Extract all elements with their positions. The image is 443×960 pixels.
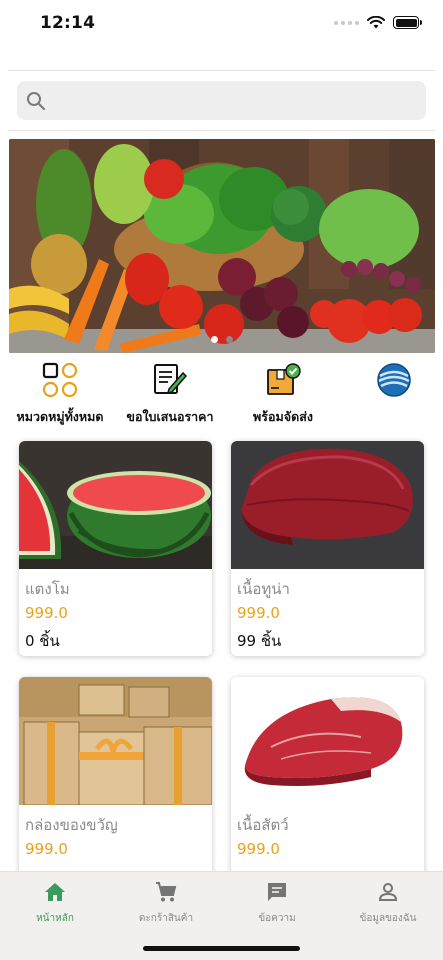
- home-indicator: [143, 946, 300, 951]
- product-price: 999.0: [237, 604, 280, 622]
- home-icon: [45, 883, 65, 901]
- product-quantity: 0 ชิ้น: [25, 632, 60, 650]
- gift-boxes-image: [19, 677, 212, 805]
- beef-image: [231, 677, 424, 805]
- product-card[interactable]: กล่องของขวัญ 999.0: [19, 677, 212, 892]
- tab-home[interactable]: หน้าหลัก: [0, 880, 110, 926]
- watermelon-image: [19, 441, 212, 569]
- banner-dot-1[interactable]: [211, 336, 218, 343]
- product-name: เนื้อสัตว์: [237, 816, 289, 834]
- category-label: หมวดหมู่ทั้งหมด: [16, 409, 104, 424]
- banner-dot-2[interactable]: [226, 336, 233, 343]
- quote-request-icon: [154, 364, 188, 395]
- product-price: 999.0: [237, 840, 280, 858]
- search-bar[interactable]: [17, 81, 426, 120]
- ready-to-ship-icon: [267, 363, 301, 395]
- status-time: 12:14: [40, 13, 96, 33]
- product-price: 999.0: [25, 840, 68, 858]
- category-all[interactable]: หมวดหมู่ทั้งหมด: [14, 362, 106, 424]
- category-ready-to-ship[interactable]: พร้อมจัดส่ง: [238, 362, 328, 424]
- tab-label: ตะกร้าสินค้า: [138, 913, 194, 924]
- tab-label: หน้าหลัก: [36, 913, 74, 924]
- header-divider: [8, 70, 435, 71]
- tuna-image: [231, 441, 424, 569]
- category-globe[interactable]: [368, 362, 420, 422]
- profile-icon: [378, 883, 398, 901]
- cellular-signal-icon: [334, 20, 359, 25]
- category-label: พร้อมจัดส่ง: [253, 409, 313, 424]
- search-divider: [8, 130, 435, 131]
- wifi-icon: [367, 16, 385, 29]
- globe-icon: [377, 363, 411, 397]
- banner-pagination[interactable]: [9, 336, 435, 343]
- status-bar: 12:14: [0, 0, 443, 48]
- grid-icon: [42, 362, 78, 398]
- product-name: เนื้อทูน่า: [237, 580, 290, 598]
- category-quote-request[interactable]: ขอใบเสนอราคา: [124, 362, 216, 424]
- product-card[interactable]: เนื้อทูน่า 999.0 99 ชิ้น: [231, 441, 424, 656]
- product-name: แตงโม: [25, 580, 70, 598]
- search-icon: [27, 92, 46, 111]
- message-icon: [268, 883, 286, 901]
- vegetables-banner-image: [9, 139, 435, 353]
- cart-icon: [156, 882, 177, 902]
- search-input[interactable]: [55, 81, 415, 120]
- tab-messages[interactable]: ข้อความ: [222, 880, 332, 926]
- tab-label: ข้อความ: [258, 913, 296, 924]
- battery-icon: [393, 16, 422, 29]
- product-quantity: 99 ชิ้น: [237, 632, 282, 650]
- product-name: กล่องของขวัญ: [25, 816, 118, 834]
- status-indicators: [334, 16, 422, 29]
- product-card[interactable]: เนื้อสัตว์ 999.0: [231, 677, 424, 892]
- tab-label: ข้อมูลของฉัน: [359, 913, 417, 924]
- promo-banner[interactable]: [9, 139, 435, 353]
- tab-profile[interactable]: ข้อมูลของฉัน: [333, 880, 443, 926]
- category-label: ขอใบเสนอราคา: [126, 409, 214, 424]
- product-price: 999.0: [25, 604, 68, 622]
- product-card[interactable]: แตงโม 999.0 0 ชิ้น: [19, 441, 212, 656]
- tab-cart[interactable]: ตะกร้าสินค้า: [111, 880, 221, 926]
